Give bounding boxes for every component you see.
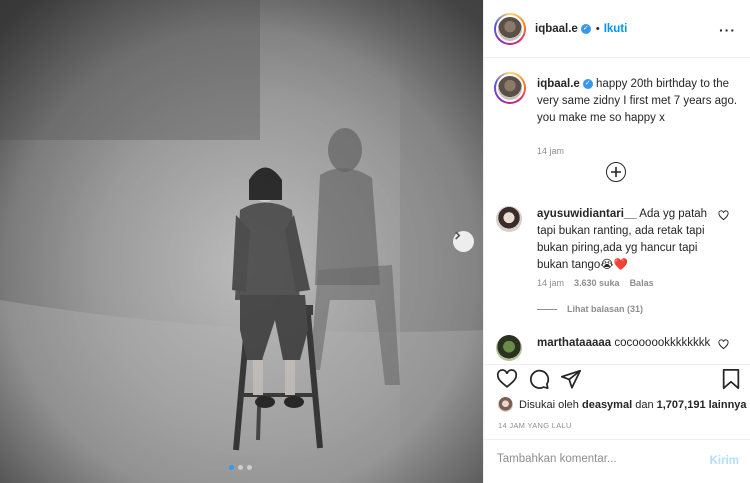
likes-prefix: Disukai oleh — [519, 398, 579, 411]
likes-count[interactable]: 1,707,191 lainnya — [657, 399, 747, 411]
comment-text: cocoooookkkkkkkk — [614, 337, 711, 349]
post-comment-button[interactable]: Kirim — [710, 455, 739, 467]
verified-badge-icon: ✓ — [582, 78, 593, 89]
post-photo[interactable] — [0, 0, 483, 483]
chevron-right-icon — [455, 231, 461, 240]
comment-username[interactable]: marthataaaaa — [537, 337, 611, 349]
carousel-indicator — [229, 465, 252, 470]
likes-summary: Disukai oleh deasymal dan 1,707,191 lain… — [498, 397, 747, 412]
liker-avatar[interactable] — [498, 397, 513, 412]
comment-input[interactable] — [497, 453, 687, 465]
caption-username[interactable]: iqbaal.e — [537, 78, 580, 90]
comment-likes[interactable]: 3.630 suka — [574, 278, 620, 288]
heart-icon[interactable] — [718, 210, 729, 221]
follow-button[interactable]: Ikuti — [604, 23, 628, 35]
caption-time[interactable]: 14 jam — [537, 146, 564, 156]
carousel-next-button[interactable] — [453, 231, 474, 252]
load-more-comments-button[interactable] — [606, 162, 626, 182]
comment-icon[interactable] — [528, 368, 550, 390]
comments-list[interactable]: iqbaal.e ✓ happy 20th birthday to the ver… — [484, 58, 750, 364]
carousel-dot — [229, 465, 234, 470]
plus-icon — [611, 167, 621, 177]
add-comment-bar: Kirim — [484, 439, 750, 483]
commenter-avatar[interactable] — [496, 335, 522, 361]
caption-avatar[interactable] — [494, 72, 526, 104]
author-username[interactable]: iqbaal.e — [535, 23, 578, 35]
post-actions: Disukai oleh deasymal dan 1,707,191 lain… — [484, 364, 750, 483]
share-icon[interactable] — [560, 368, 582, 390]
commenter-avatar[interactable] — [496, 206, 522, 232]
bookmark-icon[interactable] — [721, 368, 741, 390]
carousel-dot — [238, 465, 243, 470]
like-heart-icon[interactable] — [496, 368, 518, 390]
comment-text-block: marthataaaaa cocoooookkkkkkkk — [537, 335, 717, 352]
more-horizontal-icon[interactable]: ··· — [719, 22, 736, 38]
comment-text-block: ayusuwidiantari__ Ada yg patah tapi buka… — [537, 206, 717, 274]
reply-button[interactable]: Balas — [630, 278, 654, 288]
comment-time[interactable]: 14 jam — [537, 278, 564, 288]
post-timestamp[interactable]: 14 JAM YANG LALU — [498, 421, 572, 430]
verified-badge-icon: ✓ — [580, 23, 591, 34]
photo-illustration — [0, 0, 483, 483]
author-avatar[interactable] — [494, 12, 526, 45]
separator-dot: • — [595, 22, 600, 35]
likes-and: dan — [635, 398, 654, 411]
view-replies-label: Lihat balasan (31) — [567, 304, 644, 314]
liker-username[interactable]: deasymal — [582, 399, 632, 411]
action-icons — [496, 368, 582, 390]
caption-text-block: iqbaal.e ✓ happy 20th birthday to the ver… — [537, 76, 747, 127]
heart-icon[interactable] — [718, 339, 729, 350]
comment-meta: 14 jam 3.630 suka Balas — [537, 278, 654, 288]
comment-username[interactable]: ayusuwidiantari__ — [537, 208, 637, 220]
post-details-panel: iqbaal.e ✓ • Ikuti ··· iqbaal.e ✓ happy 2… — [483, 0, 750, 483]
view-replies-button[interactable]: Lihat balasan (31) — [537, 304, 643, 314]
carousel-dot — [247, 465, 252, 470]
post-header: iqbaal.e ✓ • Ikuti ··· — [484, 0, 750, 58]
